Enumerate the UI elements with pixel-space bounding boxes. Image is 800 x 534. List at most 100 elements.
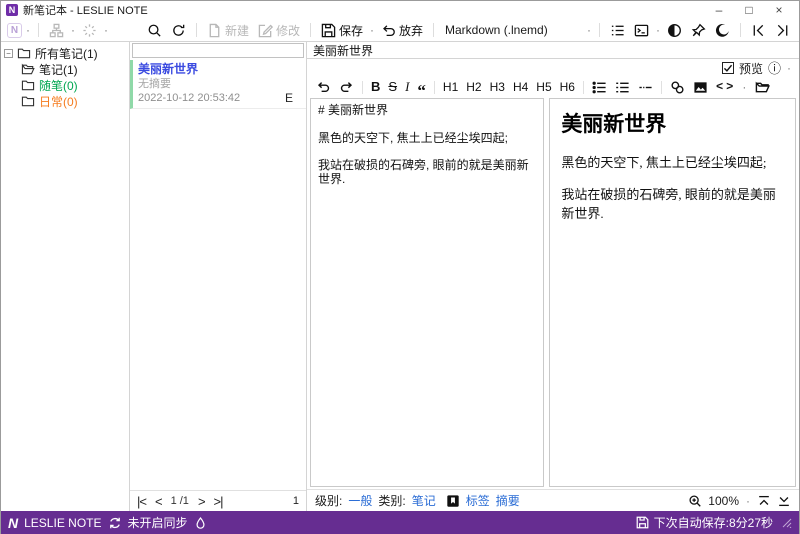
ordered-list-button[interactable] [615,80,630,95]
blockquote-button[interactable]: “ [417,79,426,99]
note-title-input[interactable] [307,43,799,57]
sparkle-button[interactable] [79,20,100,40]
discard-label: 放弃 [398,23,423,38]
tree-caret[interactable]: · [70,23,76,37]
prev-page-button[interactable]: < [155,494,163,509]
expander-icon[interactable]: − [4,48,13,58]
sidebar-item-daily[interactable]: 日常(0) [1,93,129,109]
sidebar-item-notes[interactable]: 笔记(1) [1,61,129,77]
editor-panel: 预览 ⓘ · B S I “ H1 H2 H3 H4 H5 H6 [307,42,799,511]
zoom-caret[interactable]: · [745,494,751,508]
outline-list-button[interactable] [607,20,628,40]
level-value-link[interactable]: 一般 [348,492,372,509]
summary-link[interactable]: 摘要 [496,492,520,509]
new-note-button[interactable]: 新建 [204,20,252,40]
notebook-tree-button[interactable] [46,20,67,40]
main-toolbar: N · · · 新建 修改 保存 · 放弃 Markdown (.lnemd) … [1,19,799,42]
contrast-theme-button[interactable] [664,20,685,40]
bullet-list-button[interactable] [592,80,607,95]
scroll-to-bottom-icon[interactable] [777,494,791,508]
bold-button[interactable]: B [371,78,380,96]
first-page-button[interactable]: |< [137,494,147,509]
italic-button[interactable]: I [405,78,409,96]
discard-button[interactable]: 放弃 [378,20,426,40]
autosave-icon [636,516,649,529]
minimize-button[interactable]: – [704,2,734,18]
zoom-level: 100% [708,493,739,508]
divider [740,23,741,37]
heading5-button[interactable]: H5 [536,78,551,96]
code-gt: > [726,80,734,94]
close-button[interactable]: × [764,2,794,18]
note-filter-input[interactable] [132,43,304,58]
refresh-icon [173,24,185,36]
link-button[interactable] [670,80,685,95]
collapse-right-button[interactable] [772,20,793,40]
divider [433,80,435,94]
resize-grip[interactable] [782,518,792,528]
drop-icon[interactable] [194,516,207,530]
sparkle-caret[interactable]: · [103,23,109,37]
undo-icon [317,81,330,92]
scroll-to-top-icon[interactable] [757,494,771,508]
sidebar-item-all-notes[interactable]: − 所有笔记(1) [1,45,129,61]
preview-heading: 美丽新世界 [561,112,667,136]
markdown-source-editor[interactable]: # 美丽新世界 黑色的天空下, 焦土上已经尘埃四起; 我站在破损的石碑旁, 眼前… [310,98,545,487]
attach-file-button[interactable] [755,80,771,95]
info-icon[interactable]: ⓘ [768,62,781,75]
last-page-button[interactable]: >| [214,494,224,509]
image-button[interactable] [693,80,708,95]
sidebar-item-essays[interactable]: 随笔(0) [1,77,129,93]
heading1-button[interactable]: H1 [443,78,458,96]
note-list-item[interactable]: 美丽新世界 无摘要 2022-10-12 20:53:42 E [130,60,306,109]
sidebar-item-label: 随笔(0) [39,78,78,93]
note-list-empty-space [130,109,306,490]
refresh-button[interactable] [168,20,189,40]
tags-link[interactable]: 标签 [466,492,490,509]
note-item-title: 美丽新世界 [138,62,199,76]
save-button[interactable]: 保存 [318,20,366,40]
app-menu-caret[interactable]: · [25,23,31,37]
preview-label: 预览 [738,61,763,76]
save-caret[interactable]: · [369,23,375,37]
undo-button[interactable] [316,80,331,95]
maximize-button[interactable]: □ [734,2,764,18]
save-icon [321,23,336,37]
titlebar: N 新笔记本 - LESLIE NOTE – □ × [1,1,799,19]
sync-icon[interactable] [108,516,122,530]
modify-note-label: 修改 [275,23,300,38]
horizontal-rule-button[interactable] [638,80,653,95]
heading3-button[interactable]: H3 [490,78,505,96]
code-caret[interactable]: · [741,80,747,94]
search-icon [148,24,161,37]
note-count: 1 [292,495,299,507]
divider [38,23,39,37]
preview-checkbox[interactable] [721,62,734,74]
terminal-button[interactable] [631,20,652,40]
category-value-link[interactable]: 笔记 [412,492,436,509]
format-select[interactable]: Markdown (.lnemd) [441,23,583,37]
app-logo-icon: N [6,4,18,16]
info-caret[interactable]: · [786,61,792,75]
heading4-button[interactable]: H4 [513,78,528,96]
modify-note-button[interactable]: 修改 [255,20,303,40]
divider [433,23,434,37]
pin-icon [691,23,706,36]
collapse-left-button[interactable] [748,20,769,40]
search-button[interactable] [144,20,165,40]
zoom-in-icon[interactable] [688,494,702,508]
heading6-button[interactable]: H6 [560,78,575,96]
format-select-caret[interactable]: · [586,23,592,37]
terminal-caret[interactable]: · [655,23,661,37]
code-button[interactable]: < > [716,78,733,96]
strikethrough-button[interactable]: S [388,78,397,96]
bookmark-icon[interactable] [446,494,460,508]
app-menu-icon[interactable]: N [7,22,22,38]
preview-paragraph: 黑色的天空下, 焦土上已经尘埃四起; [561,155,767,170]
heading2-button[interactable]: H2 [466,78,481,96]
dark-mode-button[interactable] [712,20,733,40]
pin-window-button[interactable] [688,20,709,40]
redo-button[interactable] [339,80,354,95]
bullet-list-icon [592,81,606,93]
next-page-button[interactable]: > [198,494,206,509]
